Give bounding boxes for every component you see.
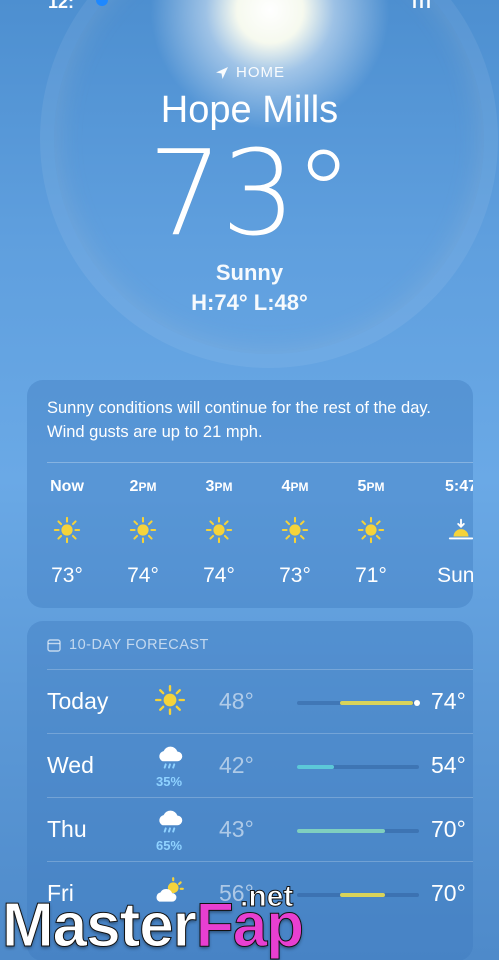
precip-chance: 35% (155, 774, 183, 789)
temp-range-fill (297, 829, 385, 833)
calendar-icon (47, 639, 61, 652)
forecast-low: 48° (219, 688, 254, 714)
forecast-day: Thu (47, 816, 87, 842)
temp-range-bar (297, 765, 419, 769)
forecast-high: 70° (431, 880, 466, 906)
hour-item: 5PM 71° (341, 478, 401, 588)
current-temp-dot (413, 700, 420, 706)
forecast-row[interactable]: Wed 35% 42° 54° (47, 733, 473, 798)
status-time: 12: (48, 0, 75, 12)
sun-icon (113, 516, 173, 546)
hour-temp: 71° (355, 564, 387, 587)
forecast-row[interactable]: Today 48° 74° (47, 669, 473, 734)
forecast-row[interactable]: Fri 56° 70° (47, 861, 473, 926)
location-row: HOME (0, 64, 499, 81)
sun-icon (153, 684, 187, 721)
current-temperature: 73° (147, 124, 353, 262)
hourly-scroller[interactable]: Now 73° 2PM 74° 3PM 74° 4PM 73° 5PM 71° 5:47 Suns (27, 478, 473, 598)
temp-range-fill (297, 765, 334, 769)
forecast-day: Fri (47, 880, 74, 906)
forecast-title-row: 10-DAY FORECAST (27, 621, 473, 653)
temp-range-bar (297, 700, 420, 706)
forecast-low: 43° (219, 816, 254, 842)
hour-label: 5:47 (444, 478, 473, 495)
hour-item: 3PM 74° (189, 478, 249, 588)
sun-icon (341, 516, 401, 546)
forecast-day: Wed (47, 752, 94, 778)
current-condition: Sunny (215, 260, 284, 285)
sun-icon (189, 516, 249, 546)
divider (47, 462, 473, 463)
location-label: HOME (236, 64, 285, 81)
sunset-icon (431, 516, 473, 546)
hour-temp: 73° (51, 564, 83, 587)
temp-range-fill (339, 893, 385, 897)
sun-icon (265, 516, 325, 546)
forecast-high: 70° (431, 816, 466, 842)
hour-temp: 74° (127, 564, 159, 587)
hour-label: 5PM (357, 478, 385, 495)
hour-temp: 74° (203, 564, 235, 587)
location-arrow-icon (216, 66, 228, 79)
hour-item: 4PM 73° (265, 478, 325, 588)
hour-item: Now 73° (37, 478, 97, 588)
high-low: H:74° L:48° (191, 290, 308, 315)
forecast-high: 74° (431, 688, 466, 714)
hour-label: 3PM (205, 478, 233, 495)
status-bar: 12: ıll (0, 0, 499, 12)
precip-chance: 65% (155, 838, 183, 853)
hour-label: 2PM (129, 478, 157, 495)
hourly-forecast-card[interactable]: Sunny conditions will continue for the r… (27, 380, 473, 608)
temp-range-bar (297, 893, 419, 897)
forecast-low: 42° (219, 752, 254, 778)
hour-temp: Suns (437, 564, 473, 587)
hour-temp: 73° (279, 564, 311, 587)
forecast-title: 10-DAY FORECAST (69, 637, 209, 653)
hour-item: 5:47 Suns (431, 478, 473, 588)
forecast-row[interactable]: Thu 65% 43° 70° (47, 797, 473, 862)
location-active-icon (96, 0, 108, 6)
temp-range-bar (297, 829, 419, 833)
hour-label: Now (50, 478, 84, 495)
forecast-high: 54° (431, 752, 466, 778)
hour-item: 2PM 74° (113, 478, 173, 588)
forecast-summary: Sunny conditions will continue for the r… (47, 399, 431, 441)
forecast-day: Today (47, 688, 109, 714)
partly-cloudy-icon (153, 876, 187, 913)
sun-icon (37, 516, 97, 546)
current-weather-header: HOME Hope Mills 73° Sunny H:74° L:48° (0, 64, 499, 316)
temp-range-fill (339, 701, 413, 705)
hour-label: 4PM (281, 478, 309, 495)
ten-day-forecast-card[interactable]: 10-DAY FORECAST Today 48° 74° Wed 35% 42° 54°… (27, 621, 473, 960)
signal-icon: ıll (411, 0, 433, 12)
forecast-low: 56° (219, 880, 254, 906)
